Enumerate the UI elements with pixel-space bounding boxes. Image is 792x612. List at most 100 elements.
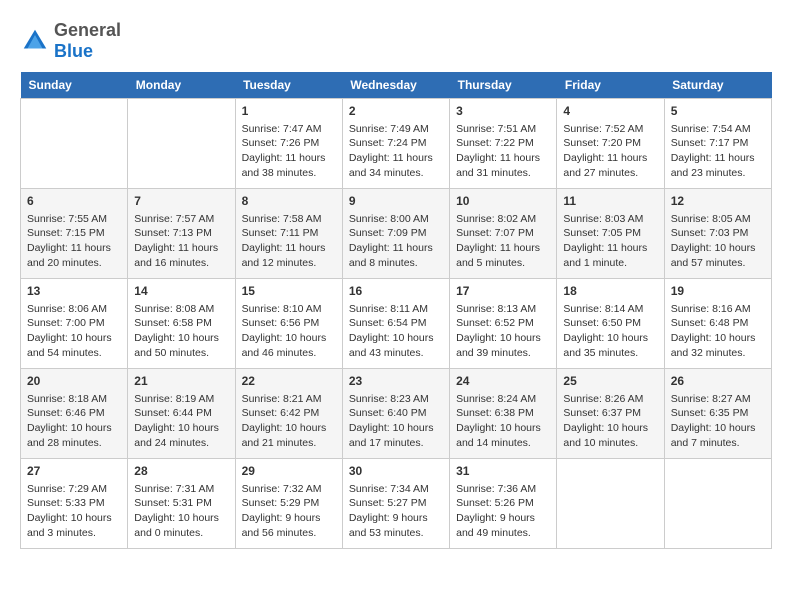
calendar-cell: 18Sunrise: 8:14 AMSunset: 6:50 PMDayligh… <box>557 279 664 369</box>
calendar-cell: 13Sunrise: 8:06 AMSunset: 7:00 PMDayligh… <box>21 279 128 369</box>
day-info: Daylight: 11 hours and 1 minute. <box>563 241 657 270</box>
day-info: Daylight: 10 hours and 39 minutes. <box>456 331 550 360</box>
calendar-cell: 23Sunrise: 8:23 AMSunset: 6:40 PMDayligh… <box>342 369 449 459</box>
day-info: Daylight: 11 hours and 20 minutes. <box>27 241 121 270</box>
day-info: Sunset: 6:37 PM <box>563 406 657 421</box>
day-info: Sunset: 6:48 PM <box>671 316 765 331</box>
day-info: Daylight: 11 hours and 5 minutes. <box>456 241 550 270</box>
day-number: 30 <box>349 463 443 480</box>
calendar-cell: 25Sunrise: 8:26 AMSunset: 6:37 PMDayligh… <box>557 369 664 459</box>
day-info: Sunset: 6:54 PM <box>349 316 443 331</box>
page-header: General Blue <box>20 20 772 62</box>
day-info: Sunrise: 8:08 AM <box>134 302 228 317</box>
logo-text: General Blue <box>54 20 121 62</box>
calendar-cell: 17Sunrise: 8:13 AMSunset: 6:52 PMDayligh… <box>450 279 557 369</box>
calendar-week-row: 27Sunrise: 7:29 AMSunset: 5:33 PMDayligh… <box>21 459 772 549</box>
day-number: 27 <box>27 463 121 480</box>
day-info: Sunrise: 7:55 AM <box>27 212 121 227</box>
day-info: Sunset: 7:07 PM <box>456 226 550 241</box>
day-info: Sunrise: 7:47 AM <box>242 122 336 137</box>
day-number: 21 <box>134 373 228 390</box>
day-number: 23 <box>349 373 443 390</box>
day-info: Daylight: 9 hours and 56 minutes. <box>242 511 336 540</box>
weekday-header: Wednesday <box>342 72 449 99</box>
day-info: Sunrise: 7:57 AM <box>134 212 228 227</box>
day-number: 22 <box>242 373 336 390</box>
day-info: Daylight: 10 hours and 32 minutes. <box>671 331 765 360</box>
day-info: Sunset: 6:50 PM <box>563 316 657 331</box>
day-info: Daylight: 10 hours and 57 minutes. <box>671 241 765 270</box>
logo-icon <box>20 26 50 56</box>
day-info: Sunset: 7:11 PM <box>242 226 336 241</box>
day-number: 13 <box>27 283 121 300</box>
day-info: Daylight: 10 hours and 50 minutes. <box>134 331 228 360</box>
day-info: Sunset: 6:35 PM <box>671 406 765 421</box>
day-info: Sunset: 6:40 PM <box>349 406 443 421</box>
calendar-cell: 29Sunrise: 7:32 AMSunset: 5:29 PMDayligh… <box>235 459 342 549</box>
calendar-cell: 4Sunrise: 7:52 AMSunset: 7:20 PMDaylight… <box>557 99 664 189</box>
day-info: Daylight: 10 hours and 43 minutes. <box>349 331 443 360</box>
calendar-week-row: 6Sunrise: 7:55 AMSunset: 7:15 PMDaylight… <box>21 189 772 279</box>
day-info: Sunrise: 8:23 AM <box>349 392 443 407</box>
calendar-cell: 10Sunrise: 8:02 AMSunset: 7:07 PMDayligh… <box>450 189 557 279</box>
calendar-cell: 27Sunrise: 7:29 AMSunset: 5:33 PMDayligh… <box>21 459 128 549</box>
calendar-cell: 20Sunrise: 8:18 AMSunset: 6:46 PMDayligh… <box>21 369 128 459</box>
calendar-cell <box>21 99 128 189</box>
day-info: Daylight: 10 hours and 3 minutes. <box>27 511 121 540</box>
calendar-cell: 7Sunrise: 7:57 AMSunset: 7:13 PMDaylight… <box>128 189 235 279</box>
calendar-cell: 6Sunrise: 7:55 AMSunset: 7:15 PMDaylight… <box>21 189 128 279</box>
calendar-cell: 15Sunrise: 8:10 AMSunset: 6:56 PMDayligh… <box>235 279 342 369</box>
calendar-week-row: 1Sunrise: 7:47 AMSunset: 7:26 PMDaylight… <box>21 99 772 189</box>
calendar-cell <box>128 99 235 189</box>
day-info: Sunrise: 8:26 AM <box>563 392 657 407</box>
day-number: 12 <box>671 193 765 210</box>
calendar-body: 1Sunrise: 7:47 AMSunset: 7:26 PMDaylight… <box>21 99 772 549</box>
day-info: Sunrise: 8:21 AM <box>242 392 336 407</box>
day-number: 6 <box>27 193 121 210</box>
day-info: Daylight: 11 hours and 16 minutes. <box>134 241 228 270</box>
day-info: Sunrise: 7:52 AM <box>563 122 657 137</box>
calendar-cell: 19 Sunrise: 8:16 AMSunset: 6:48 PMDayligh… <box>664 279 771 369</box>
day-number: 16 <box>349 283 443 300</box>
day-info: Sunrise: 7:49 AM <box>349 122 443 137</box>
day-info: Sunset: 7:24 PM <box>349 136 443 151</box>
day-number: 2 <box>349 103 443 120</box>
calendar-cell: 9Sunrise: 8:00 AMSunset: 7:09 PMDaylight… <box>342 189 449 279</box>
day-number: 8 <box>242 193 336 210</box>
day-info: Sunrise: 8:24 AM <box>456 392 550 407</box>
day-info: Daylight: 10 hours and 24 minutes. <box>134 421 228 450</box>
day-number: 19 <box>671 283 765 300</box>
day-info: Daylight: 10 hours and 21 minutes. <box>242 421 336 450</box>
day-number: 15 <box>242 283 336 300</box>
day-info: Sunrise: 7:36 AM <box>456 482 550 497</box>
day-info: Daylight: 11 hours and 38 minutes. <box>242 151 336 180</box>
calendar-cell: 26Sunrise: 8:27 AMSunset: 6:35 PMDayligh… <box>664 369 771 459</box>
calendar-cell: 1Sunrise: 7:47 AMSunset: 7:26 PMDaylight… <box>235 99 342 189</box>
day-info: Sunset: 6:44 PM <box>134 406 228 421</box>
day-number: 1 <box>242 103 336 120</box>
calendar-cell: 24Sunrise: 8:24 AMSunset: 6:38 PMDayligh… <box>450 369 557 459</box>
day-info: Sunset: 7:17 PM <box>671 136 765 151</box>
day-info: Sunset: 6:58 PM <box>134 316 228 331</box>
weekday-header: Thursday <box>450 72 557 99</box>
day-number: 17 <box>456 283 550 300</box>
day-info: Sunrise: 8:00 AM <box>349 212 443 227</box>
day-info: Daylight: 11 hours and 27 minutes. <box>563 151 657 180</box>
day-info: Sunrise: 8:16 AM <box>671 302 765 317</box>
day-info: Sunset: 5:27 PM <box>349 496 443 511</box>
weekday-header: Saturday <box>664 72 771 99</box>
day-info: Daylight: 10 hours and 35 minutes. <box>563 331 657 360</box>
logo: General Blue <box>20 20 121 62</box>
calendar-cell: 2Sunrise: 7:49 AMSunset: 7:24 PMDaylight… <box>342 99 449 189</box>
day-info: Sunset: 6:56 PM <box>242 316 336 331</box>
day-info: Daylight: 10 hours and 0 minutes. <box>134 511 228 540</box>
day-number: 14 <box>134 283 228 300</box>
day-number: 24 <box>456 373 550 390</box>
day-info: Sunrise: 7:58 AM <box>242 212 336 227</box>
day-info: Sunset: 5:26 PM <box>456 496 550 511</box>
day-info: Sunset: 6:52 PM <box>456 316 550 331</box>
calendar-cell: 14 Sunrise: 8:08 AMSunset: 6:58 PMDayligh… <box>128 279 235 369</box>
day-number: 3 <box>456 103 550 120</box>
day-info: Sunset: 6:42 PM <box>242 406 336 421</box>
day-number: 10 <box>456 193 550 210</box>
